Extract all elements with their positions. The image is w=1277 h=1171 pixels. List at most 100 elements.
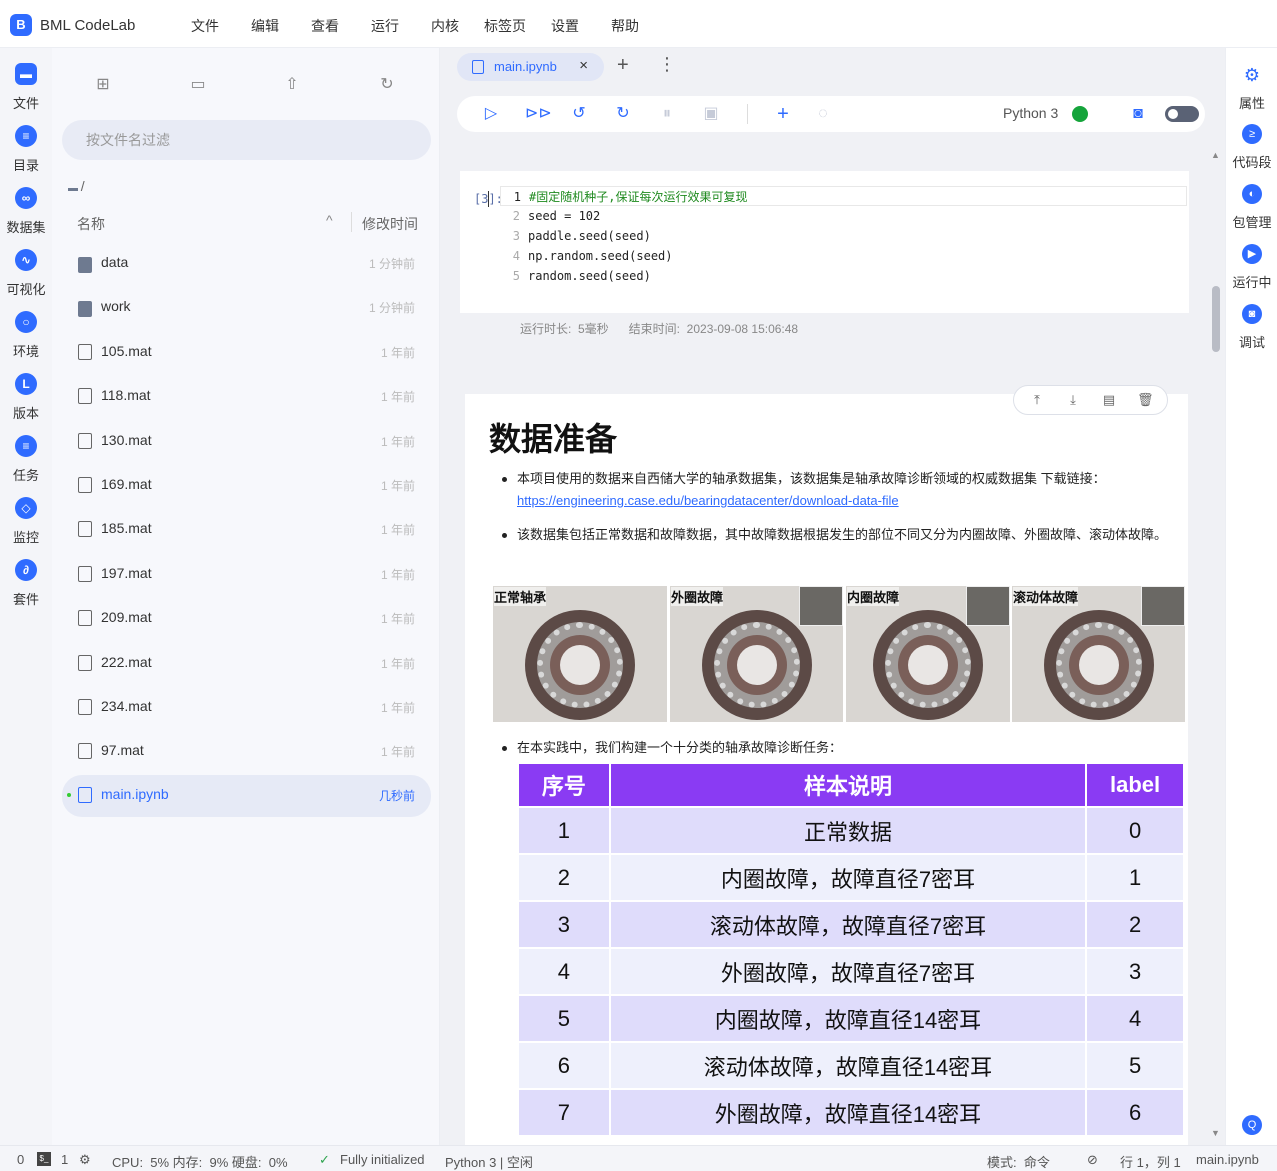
file-row-118[interactable]: 118.mat 1 年前 [62, 376, 431, 416]
sort-chevron-up-icon[interactable]: ^ [326, 212, 333, 228]
file-icon [78, 566, 92, 582]
rail-properties[interactable]: ⚙ 属性 [1226, 65, 1277, 112]
file-icon [78, 655, 92, 671]
rail-files[interactable]: ▬ 文件 [0, 63, 52, 112]
file-row-130[interactable]: 130.mat 1 年前 [62, 421, 431, 461]
restart-run-icon[interactable]: ↺ [569, 104, 589, 124]
code-cell[interactable]: [3]: 1 #固定随机种子,保证每次运行效果可复现 2 seed = 102 … [460, 171, 1189, 313]
file-row-main-ipynb[interactable]: main.ipynb 几秒前 [62, 775, 431, 817]
status-count-b[interactable]: 1 [61, 1152, 68, 1167]
kernel-state[interactable]: Python 3 | 空闲 [445, 1152, 533, 1171]
move-up-icon[interactable]: ⤒ [1029, 392, 1045, 408]
file-row-105[interactable]: 105.mat 1 年前 [62, 332, 431, 372]
rail-packages[interactable]: ◐ 包管理 [1226, 184, 1277, 231]
refresh-icon[interactable]: ↻ [376, 74, 398, 96]
folder-small-icon: ▬ [68, 183, 81, 194]
rail-snippets[interactable]: ≥ 代码段 [1226, 124, 1277, 171]
close-icon[interactable]: × [579, 57, 588, 74]
file-row-234[interactable]: 234.mat 1 年前 [62, 687, 431, 727]
interrupt-icon[interactable]: ⏸ [657, 104, 677, 124]
file-filter-input[interactable]: 按文件名过滤 [62, 120, 431, 160]
rail-dataset[interactable]: ∞ 数据集 [0, 187, 52, 236]
debug-toggle[interactable] [1165, 106, 1199, 122]
file-row-197[interactable]: 197.mat 1 年前 [62, 554, 431, 594]
scroll-up-icon[interactable]: ▲ [1211, 150, 1220, 160]
code-line: 1 #固定随机种子,保证每次运行效果可复现 [500, 186, 1187, 206]
cell-options-icon[interactable]: ◌ [813, 104, 833, 124]
label-table: 序号 样本说明 label 1 正常数据 0 2 内圈故障，故障直径7密耳 1 … [517, 762, 1185, 1137]
add-tab-icon[interactable]: + [617, 54, 629, 77]
download-link[interactable]: https://engineering.case.edu/bearingdata… [517, 493, 899, 508]
menu-help[interactable]: 帮助 [595, 16, 655, 36]
code-editor[interactable]: 1 #固定随机种子,保证每次运行效果可复现 2 seed = 102 3 pad… [500, 186, 1187, 286]
rail-environment[interactable]: ○ 环境 [0, 311, 52, 360]
restart-kernel-icon[interactable]: ↻ [613, 104, 633, 124]
rail-debug[interactable]: ◙ 调试 [1226, 304, 1277, 351]
menu-tabs[interactable]: 标签页 [475, 16, 535, 36]
file-row-209[interactable]: 209.mat 1 年前 [62, 598, 431, 638]
menu-settings[interactable]: 设置 [535, 16, 595, 36]
rail-toc[interactable]: ≡ 目录 [0, 125, 52, 174]
search-help-icon[interactable]: Q [1242, 1115, 1262, 1135]
col-name[interactable]: 名称 [77, 214, 105, 234]
bore [908, 644, 948, 685]
bearing-image-outer-fault: 外圈故障 [670, 586, 843, 722]
bearing-image-inner-fault: 内圈故障 [846, 586, 1010, 722]
scroll-thumb[interactable] [1212, 286, 1220, 352]
chip-icon: ⚙ [79, 1152, 91, 1167]
tab-main-ipynb[interactable]: main.ipynb × [457, 53, 604, 81]
breadcrumb[interactable]: ▬ / [68, 178, 85, 194]
debug-icon[interactable]: ◙ [1128, 104, 1148, 124]
notebook-scrollbar[interactable]: ▲ ▼ [1211, 150, 1221, 1140]
run-icon[interactable]: ▷ [481, 104, 501, 124]
menu-run[interactable]: 运行 [355, 16, 415, 36]
rail-task[interactable]: ≡ 任务 [0, 435, 52, 484]
rail-version[interactable]: L 版本 [0, 373, 52, 422]
more-vertical-icon[interactable]: ⋮ [658, 54, 676, 75]
markdown-cell[interactable]: 数据准备 本项目使用的数据来自西储大学的轴承数据集，该数据集是轴承故障诊断领域的… [465, 394, 1188, 1145]
kernel-status-dot [1072, 106, 1088, 122]
file-row-169[interactable]: 169.mat 1 年前 [62, 465, 431, 505]
status-bar: 0 $_ 1 ⚙ CPU: 5% 内存: 9% 硬盘: 0% ✓ Fully i… [0, 1145, 1277, 1171]
kernel-name[interactable]: Python 3 [1003, 105, 1058, 121]
mode-indicator[interactable]: 模式: 命令 [987, 1152, 1050, 1171]
resource-usage: CPU: 5% 内存: 9% 硬盘: 0% [112, 1155, 288, 1170]
table-row: 4 外圈故障，故障直径7密耳 3 [517, 947, 1185, 996]
file-row-185[interactable]: 185.mat 1 年前 [62, 509, 431, 549]
app-logo[interactable]: B BML CodeLab [10, 14, 135, 36]
save-icon[interactable]: ▣ [701, 104, 721, 124]
code-line: 5 random.seed(seed) [512, 269, 651, 283]
rail-monitor[interactable]: ◇ 监控 [0, 497, 52, 546]
file-row-97[interactable]: 97.mat 1 年前 [62, 731, 431, 771]
menu-file[interactable]: 文件 [175, 16, 235, 36]
toggle-code-icon[interactable]: ▤ [1101, 392, 1117, 408]
file-row-work[interactable]: work 1 分钟前 [62, 287, 431, 327]
shield-icon[interactable]: ⊘ [1087, 1152, 1098, 1168]
table-header: 序号 [517, 762, 611, 808]
upload-icon[interactable]: ⇧ [281, 74, 303, 96]
new-folder-icon[interactable]: ▭ [187, 74, 209, 96]
file-row-data[interactable]: data 1 分钟前 [62, 243, 431, 283]
rail-suite[interactable]: ∂ 套件 [0, 559, 52, 608]
list-item: 该数据集包括正常数据和故障数据，其中故障数据根据发生的部位不同又分为内圈故障、外… [502, 524, 1177, 546]
right-rail: ⚙ 属性 ≥ 代码段 ◐ 包管理 ▶ 运行中 ◙ 调试 Q [1225, 48, 1277, 1145]
file-row-222[interactable]: 222.mat 1 年前 [62, 643, 431, 683]
status-count-a[interactable]: 0 [17, 1152, 24, 1167]
code-line: 2 seed = 102 [512, 209, 601, 223]
menu-kernel[interactable]: 内核 [415, 16, 475, 36]
rail-visualize[interactable]: ∿ 可视化 [0, 249, 52, 298]
column-divider[interactable] [351, 212, 352, 232]
scroll-down-icon[interactable]: ▼ [1211, 1128, 1220, 1138]
new-file-icon[interactable]: ⊞ [92, 74, 114, 96]
delete-icon[interactable]: 🗑 [1137, 392, 1154, 408]
menu-view[interactable]: 查看 [295, 16, 355, 36]
table-row: 5 内圈故障，故障直径14密耳 4 [517, 994, 1185, 1043]
cursor-position[interactable]: 行 1，列 1 [1120, 1152, 1181, 1171]
move-down-icon[interactable]: ⤓ [1065, 392, 1081, 408]
rail-running[interactable]: ▶ 运行中 [1226, 244, 1277, 291]
run-all-icon[interactable]: ⊳⊳ [525, 104, 552, 124]
add-cell-icon[interactable]: + [773, 104, 793, 124]
table-row: 6 滚动体故障，故障直径14密耳 5 [517, 1041, 1185, 1090]
menu-edit[interactable]: 编辑 [235, 16, 295, 36]
col-modified[interactable]: 修改时间 [362, 214, 418, 234]
